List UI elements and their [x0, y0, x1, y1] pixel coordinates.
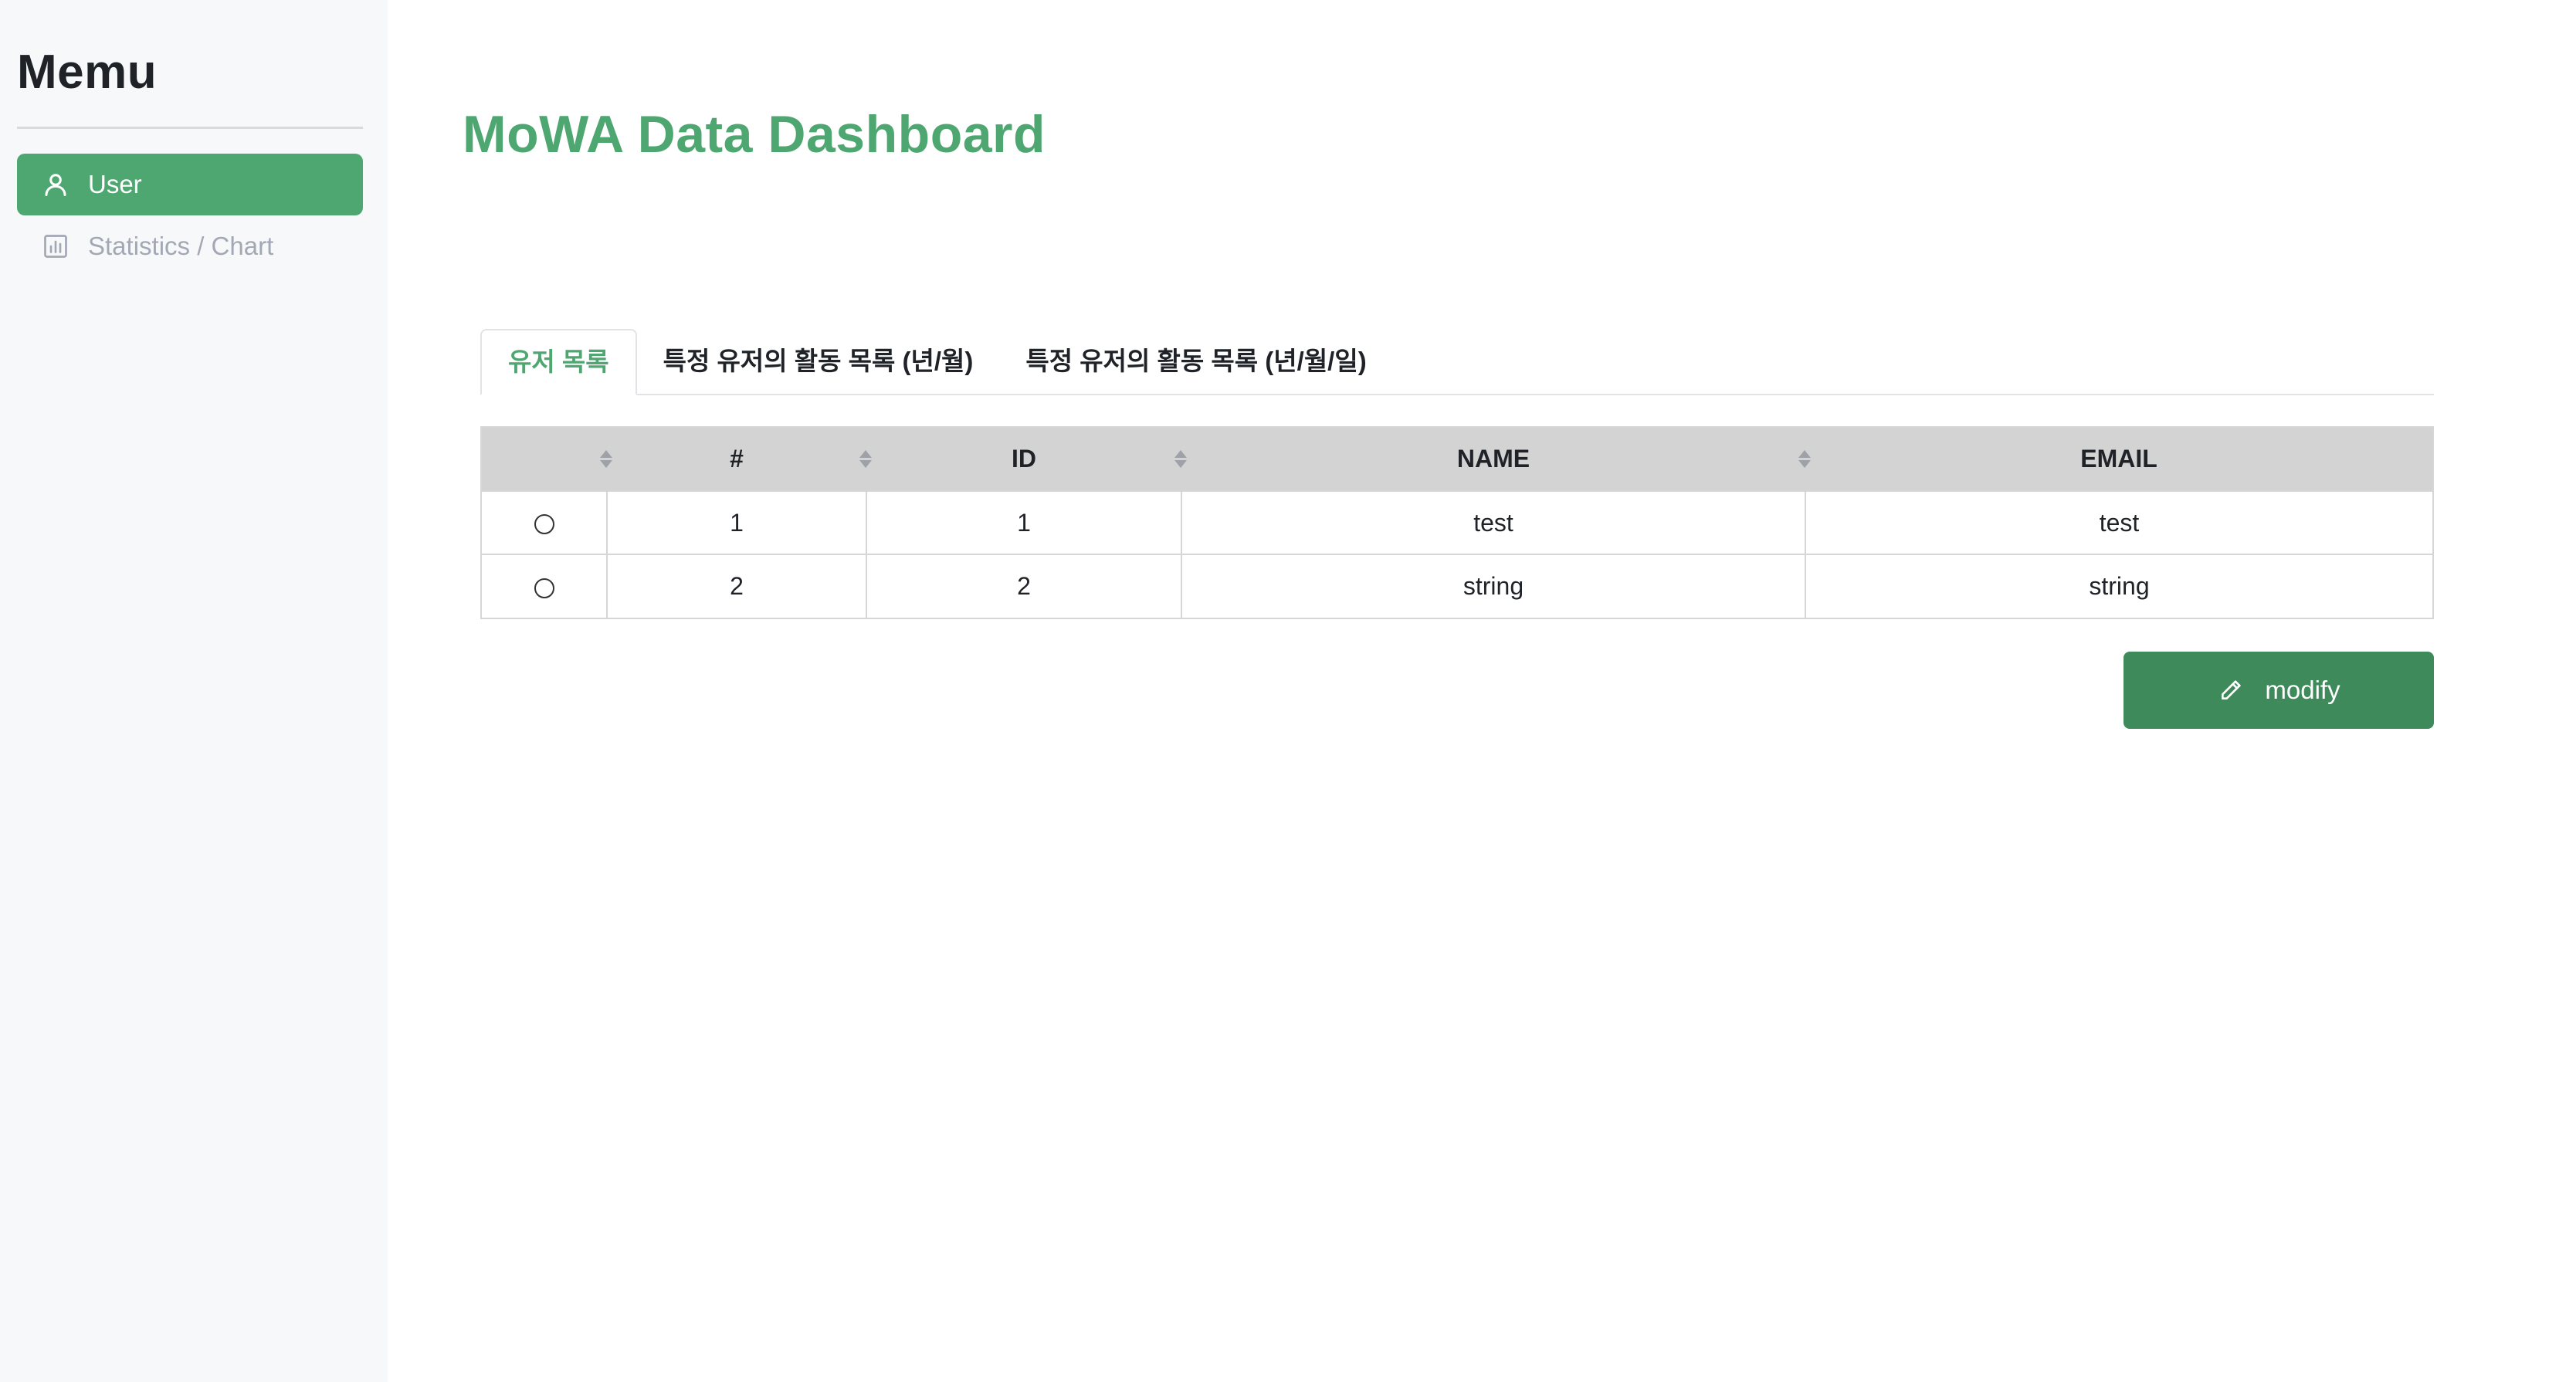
table-row[interactable]: 1 1 test test	[482, 491, 2432, 554]
cell-email: test	[1805, 491, 2432, 554]
sort-icon[interactable]	[1174, 447, 1188, 472]
sidebar: Memu User Statistics / Chart	[0, 0, 388, 1382]
sidebar-item-statistics[interactable]: Statistics / Chart	[17, 215, 363, 277]
main-content: MoWA Data Dashboard 유저 목록 특정 유저의 활동 목록 (…	[388, 0, 2576, 1382]
tab-user-activity-monthly[interactable]: 특정 유저의 활동 목록 (년/월)	[637, 329, 1000, 394]
sort-icon[interactable]	[599, 447, 613, 472]
page-title: MoWA Data Dashboard	[463, 105, 1046, 164]
cell-email: string	[1805, 554, 2432, 618]
column-header-id[interactable]: ID	[859, 428, 1181, 491]
sidebar-title: Memu	[17, 46, 158, 99]
sidebar-item-label: Statistics / Chart	[88, 232, 274, 260]
row-radio[interactable]	[534, 514, 554, 535]
tab-user-activity-daily[interactable]: 특정 유저의 활동 목록 (년/월/일)	[999, 329, 1392, 394]
cell-id: 1	[866, 491, 1181, 554]
sort-icon[interactable]	[859, 447, 873, 472]
cell-name: test	[1181, 491, 1805, 554]
row-select-cell[interactable]	[482, 554, 607, 618]
column-header-email[interactable]: EMAIL	[1798, 428, 2432, 491]
cell-index: 1	[606, 491, 866, 554]
user-table: # ID NAME EMAIL 1 1 test test 2 2 string…	[482, 428, 2432, 618]
row-radio[interactable]	[534, 578, 554, 598]
column-header-index[interactable]: #	[600, 428, 866, 491]
row-select-cell[interactable]	[482, 491, 607, 554]
app-root: Memu User Statistics / Chart MoWA Data D…	[0, 0, 2576, 1382]
sidebar-divider	[17, 127, 363, 129]
tab-bar: 유저 목록 특정 유저의 활동 목록 (년/월) 특정 유저의 활동 목록 (년…	[480, 327, 2434, 395]
sidebar-item-label: User	[88, 170, 142, 198]
bar-chart-icon	[40, 231, 71, 262]
user-table-container: # ID NAME EMAIL 1 1 test test 2 2 string…	[480, 426, 2434, 619]
table-actions: modify	[480, 652, 2434, 729]
cell-index: 2	[606, 554, 866, 618]
sort-icon[interactable]	[1798, 447, 1812, 472]
modify-button-label: modify	[2265, 676, 2340, 704]
sidebar-item-user[interactable]: User	[17, 154, 363, 215]
content-panel: 유저 목록 특정 유저의 활동 목록 (년/월) 특정 유저의 활동 목록 (년…	[480, 327, 2434, 729]
user-icon	[40, 169, 71, 200]
table-row[interactable]: 2 2 string string	[482, 554, 2432, 618]
pencil-icon	[2217, 676, 2245, 704]
cell-name: string	[1181, 554, 1805, 618]
column-header-select	[482, 428, 607, 491]
cell-id: 2	[866, 554, 1181, 618]
column-header-name[interactable]: NAME	[1174, 428, 1805, 491]
modify-button[interactable]: modify	[2124, 652, 2434, 729]
tab-user-list[interactable]: 유저 목록	[480, 329, 637, 395]
table-header-row: # ID NAME EMAIL	[482, 428, 2432, 491]
